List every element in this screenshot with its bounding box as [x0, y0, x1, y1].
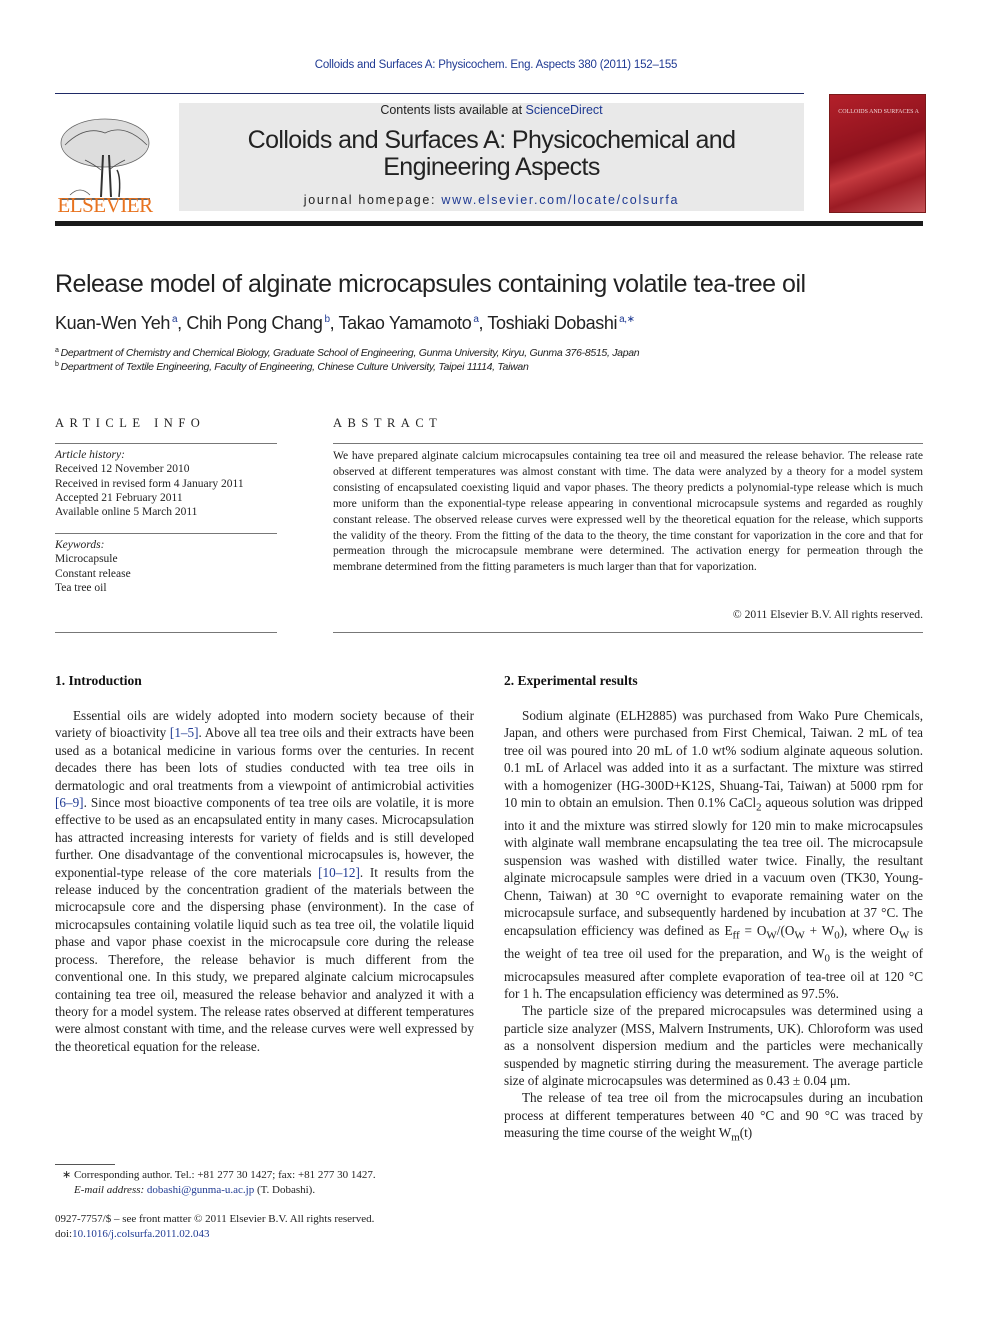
- contents-line: Contents lists available at ScienceDirec…: [179, 103, 804, 117]
- history-label: Article history:: [55, 449, 125, 461]
- homepage-link[interactable]: www.elsevier.com/locate/colsurfa: [441, 193, 679, 207]
- doi-link[interactable]: 10.1016/j.colsurfa.2011.02.043: [72, 1228, 209, 1240]
- author-affil-mark[interactable]: a,∗: [619, 314, 635, 325]
- history-item: Received 12 November 2010: [55, 463, 190, 476]
- paragraph: Essential oils are widely adopted into m…: [55, 708, 474, 1054]
- journal-title-line2: Engineering Aspects: [383, 153, 600, 181]
- journal-title: Colloids and Surfaces A: Physicochemical…: [179, 127, 804, 181]
- homepage-prefix: journal homepage:: [303, 193, 442, 207]
- journal-homepage: journal homepage: www.elsevier.com/locat…: [179, 193, 804, 207]
- affiliation-text: Department of Textile Engineering, Facul…: [60, 361, 529, 373]
- affiliation: b Department of Textile Engineering, Facu…: [55, 361, 529, 373]
- reference-link[interactable]: [6–9]: [55, 795, 84, 810]
- author-list: Kuan-Wen Yeh a, Chih Pong Chang b, Takao Y…: [55, 313, 635, 333]
- author-affil-mark[interactable]: b: [324, 314, 330, 325]
- introduction-body: Essential oils are widely adopted into m…: [55, 707, 474, 1055]
- reference-link[interactable]: [10–12]: [318, 865, 360, 880]
- author-name: Kuan-Wen Yeh: [55, 313, 170, 333]
- affiliation-mark: b: [55, 361, 59, 368]
- divider: [55, 632, 277, 633]
- paragraph: The particle size of the prepared microc…: [504, 1003, 923, 1089]
- affiliation-mark: a: [55, 347, 59, 354]
- abstract-text: We have prepared alginate calcium microc…: [333, 449, 923, 574]
- article-info-heading: ARTICLE INFO: [55, 416, 206, 430]
- keyword: Constant release: [55, 567, 131, 580]
- history-item: Accepted 21 February 2011: [55, 491, 183, 504]
- keywords-label: Keywords:: [55, 539, 105, 551]
- affiliation-text: Department of Chemistry and Chemical Bio…: [60, 347, 640, 359]
- keyword: Tea tree oil: [55, 581, 107, 594]
- divider: [55, 533, 277, 534]
- reference-link[interactable]: [1–5]: [170, 725, 199, 740]
- keywords: Keywords: Microcapsule Constant release …: [55, 538, 131, 595]
- history-item: Received in revised form 4 January 2011: [55, 477, 244, 490]
- sciencedirect-link[interactable]: ScienceDirect: [526, 103, 603, 117]
- front-matter: 0927-7757/$ – see front matter © 2011 El…: [55, 1212, 374, 1241]
- corresponding-author-note: ∗ Corresponding author. Tel.: +81 277 30…: [62, 1168, 376, 1197]
- divider: [333, 443, 923, 444]
- article-title: Release model of alginate microcapsules …: [55, 270, 806, 298]
- header-thick-rule: [55, 221, 923, 226]
- journal-citation[interactable]: Colloids and Surfaces A: Physicochem. En…: [0, 59, 992, 71]
- author-affil-mark[interactable]: a: [172, 314, 178, 325]
- author-affil-mark[interactable]: a: [473, 314, 479, 325]
- divider: [55, 443, 277, 444]
- author-name: Toshiaki Dobashi: [487, 313, 618, 333]
- affiliation: a Department of Chemistry and Chemical Bi…: [55, 347, 640, 359]
- contents-prefix: Contents lists available at: [380, 103, 526, 117]
- elsevier-wordmark: ELSEVIER: [57, 193, 153, 217]
- paragraph: The release of tea tree oil from the mic…: [504, 1090, 923, 1144]
- keyword: Microcapsule: [55, 553, 118, 566]
- paragraph: Sodium alginate (ELH2885) was purchased …: [504, 708, 923, 1002]
- section-heading-introduction: 1. Introduction: [55, 673, 142, 688]
- section-heading-experimental: 2. Experimental results: [504, 673, 638, 688]
- cover-title: COLLOIDS AND SURFACES A: [838, 109, 919, 115]
- experimental-body: Sodium alginate (ELH2885) was purchased …: [504, 707, 923, 1147]
- author-name: Chih Pong Chang: [186, 313, 323, 333]
- divider: [333, 632, 923, 633]
- doi-line: doi:10.1016/j.colsurfa.2011.02.043: [55, 1227, 210, 1240]
- author-name: Takao Yamamoto: [338, 313, 472, 333]
- journal-title-line1: Colloids and Surfaces A: Physicochemical…: [247, 126, 736, 154]
- abstract-copyright: © 2011 Elsevier B.V. All rights reserved…: [732, 608, 923, 621]
- journal-cover-image: COLLOIDS AND SURFACES A: [829, 94, 926, 213]
- history-item: Available online 5 March 2011: [55, 506, 198, 519]
- footnote-rule: [55, 1164, 115, 1165]
- header-rule: [55, 93, 804, 94]
- abstract-heading: ABSTRACT: [333, 416, 443, 430]
- front-matter-text: 0927-7757/$ – see front matter © 2011 El…: [55, 1213, 375, 1225]
- email-link[interactable]: dobashi@gunma-u.ac.jp: [147, 1184, 254, 1196]
- article-history: Article history: Received 12 November 20…: [55, 448, 244, 519]
- corresponding-author: ∗ Corresponding author. Tel.: +81 277 30…: [62, 1169, 376, 1181]
- email-line: E-mail address: dobashi@gunma-u.ac.jp (T…: [74, 1183, 316, 1196]
